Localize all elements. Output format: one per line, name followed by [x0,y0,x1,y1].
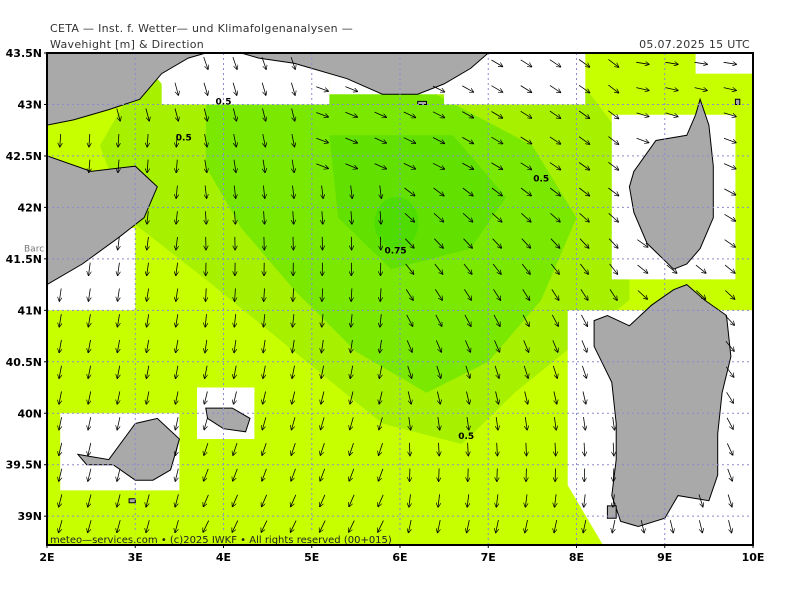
contour-label: 0.5 [216,97,232,107]
lon-label: 9E [657,551,672,564]
lon-label: 7E [481,551,496,564]
no-data-area-9 [695,53,753,74]
lat-label: 43N [17,98,42,111]
lat-label: 41N [17,304,42,317]
lon-label: 10E [742,551,765,564]
contour-label: 0.5 [458,432,474,442]
wave-arrow [613,468,614,482]
lat-label: 42.5N [6,150,42,163]
contour-label: 0.75 [384,247,406,257]
lon-label: 2E [39,551,54,564]
lat-label: 42N [17,201,42,214]
wave-height-map: 0.50.50.50.750.5 meteo—services.com • (c… [6,47,765,564]
lon-label: 3E [128,551,143,564]
sardinia [593,284,732,528]
lat-label: 40N [17,407,42,420]
wave-arrow [497,468,498,482]
lat-label: 43.5N [6,47,42,60]
lon-label: 6E [392,551,407,564]
place-labels: Barc [24,245,44,255]
contour-label: 0.5 [176,133,192,143]
wave-arrow [439,468,440,482]
latitude-axis: 43.5N 43N 42.5N 42N 41.5N 41N 40.5N 40N 39.5N 39N [6,47,47,523]
longitude-axis: 2E 3E 4E 5E 6E 7E 8E 9E 10E [39,545,764,564]
lat-label: 40.5N [6,356,42,369]
place-label: Barc [24,245,44,255]
wave-arrow [584,468,585,482]
capraia [734,98,741,105]
lat-label: 39N [17,510,42,523]
cabrera [128,498,136,504]
lon-label: 8E [569,551,584,564]
lon-label: 5E [304,551,319,564]
wave-arrow [468,468,469,482]
lon-label: 4E [216,551,231,564]
contour-label: 0.5 [533,175,549,185]
lat-label: 41.5N [6,253,42,266]
lat-label: 39.5N [6,459,42,472]
